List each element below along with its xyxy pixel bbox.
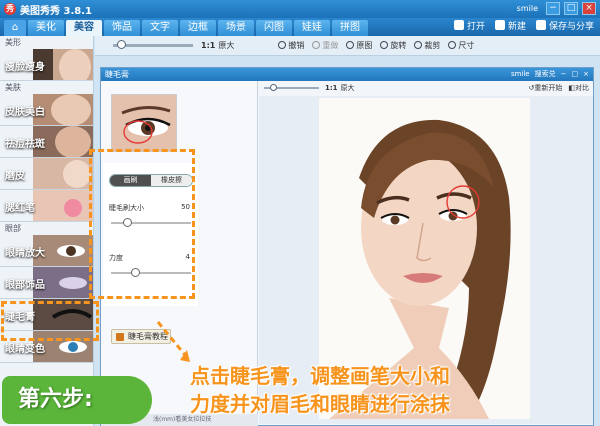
step-badge: 第六步: <box>2 376 152 424</box>
pointer-arrow <box>156 321 187 356</box>
arrow-head-icon <box>180 350 190 362</box>
instruction-text: 点击睫毛膏，调整画笔大小和 力度并对眉毛和眼睛进行涂抹 <box>190 364 450 416</box>
